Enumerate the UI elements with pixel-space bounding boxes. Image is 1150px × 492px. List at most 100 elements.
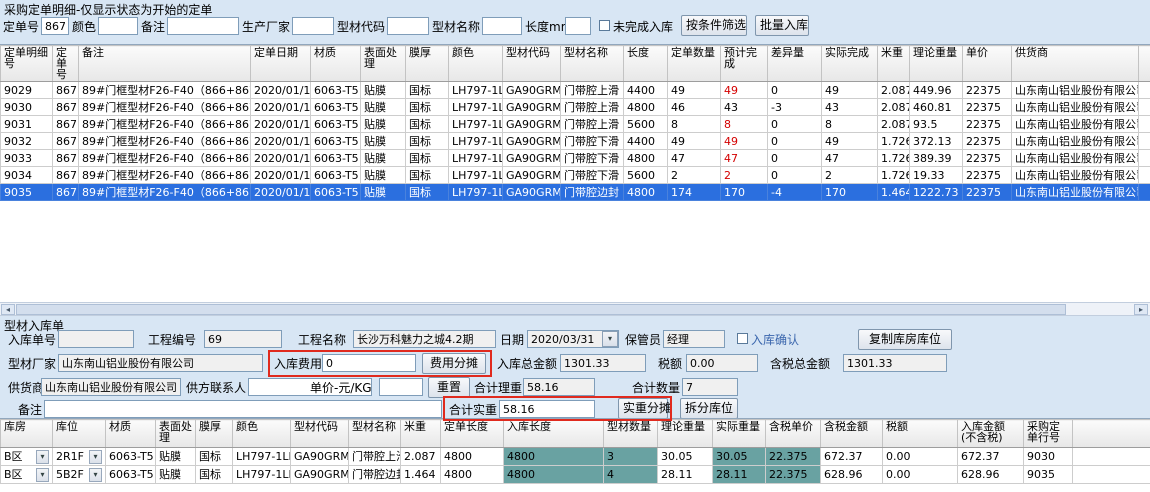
reset-button[interactable]: 重置 [428,377,470,398]
grid-cell[interactable]: 867 [53,150,79,167]
factory-input[interactable] [58,354,263,372]
grid-cell[interactable]: 贴膜 [156,466,196,484]
grid-cell[interactable] [1139,116,1150,133]
grid-row[interactable]: 903586789#门框型材F26-F40（866+867）2020/01/13… [1,184,1150,201]
grid-cell[interactable]: 6063-T5 [311,82,361,99]
grid-cell[interactable]: 89#门框型材F26-F40（866+867） [79,184,251,201]
grid-cell[interactable]: 贴膜 [361,167,406,184]
grid-cell[interactable]: ▾2R1F [53,448,106,466]
grid-cell[interactable]: 国标 [406,133,449,150]
grid-cell[interactable]: 6063-T5 [106,466,156,484]
grid-cell[interactable]: 3 [604,448,658,466]
grid-cell[interactable]: 22375 [963,116,1012,133]
grid-cell[interactable]: GA90GRM03 [503,116,561,133]
grid-cell[interactable]: 47 [822,150,878,167]
actual-share-button[interactable]: 实重分摊 [618,398,668,419]
grid-cell[interactable]: 1.726 [878,133,910,150]
supplier-input[interactable] [41,378,181,396]
grid-cell[interactable]: GA90GRM04 [503,133,561,150]
grid-cell[interactable]: 30.05 [713,448,766,466]
grid-cell[interactable]: LH797-1LL0 [233,448,291,466]
grid-cell[interactable]: 4800 [624,184,668,201]
grid-cell[interactable]: 49 [721,82,768,99]
grid-cell[interactable]: 2020/01/13 [251,150,311,167]
grid-cell[interactable]: 2020/01/13 [251,82,311,99]
grid-cell[interactable]: 1.726 [878,150,910,167]
grid-cell[interactable]: 0 [768,133,822,150]
grid-cell[interactable]: 49 [721,133,768,150]
grid-cell[interactable] [1139,184,1150,201]
project-no-input[interactable] [204,330,282,348]
grid-cell[interactable]: 0.00 [883,448,958,466]
total-actual-input[interactable] [499,400,595,418]
tax-input[interactable] [686,354,758,372]
grid-cell[interactable] [1073,448,1150,466]
grid-cell[interactable]: 89#门框型材F26-F40（866+867） [79,133,251,150]
grid-cell[interactable]: 贴膜 [361,116,406,133]
grid-cell[interactable]: ▾B区 [1,448,53,466]
grid-cell[interactable]: 4800 [441,448,504,466]
unit-price-input[interactable] [379,378,423,396]
scroll-left-icon[interactable]: ◂ [1,304,15,315]
grid-cell[interactable]: 国标 [406,184,449,201]
grid-cell[interactable]: 89#门框型材F26-F40（866+867） [79,116,251,133]
grid-row[interactable]: 903086789#门框型材F26-F40（866+867）2020/01/13… [1,99,1150,116]
grid-cell[interactable]: 628.96 [958,466,1024,484]
grid-cell[interactable]: 49 [822,133,878,150]
grid-cell[interactable]: 4800 [504,448,604,466]
grid-cell[interactable]: 国标 [406,82,449,99]
grid-cell[interactable]: 门带腔边封 [349,466,401,484]
project-name-input[interactable] [353,330,496,348]
grid-cell[interactable]: 449.96 [910,82,963,99]
keeper-input[interactable] [663,330,725,348]
grid-cell[interactable]: 19.33 [910,167,963,184]
grid-cell[interactable]: 0 [768,167,822,184]
grid-cell[interactable]: ▾B区 [1,466,53,484]
grid-cell[interactable] [1073,466,1150,484]
grid-cell[interactable]: -4 [768,184,822,201]
grid-cell[interactable]: 672.37 [958,448,1024,466]
grid-cell[interactable]: 89#门框型材F26-F40（866+867） [79,167,251,184]
unfinished-checkbox[interactable] [599,20,610,31]
grid-cell[interactable]: 贴膜 [361,184,406,201]
grid-cell[interactable]: GA90GRM03 [291,448,349,466]
dropdown-arrow-icon[interactable]: ▾ [36,450,49,464]
grid-cell[interactable]: -3 [768,99,822,116]
grid-cell[interactable]: 22375 [963,184,1012,201]
grid-cell[interactable]: 22375 [963,133,1012,150]
grid-cell[interactable]: 5600 [624,116,668,133]
dropdown-arrow-icon[interactable]: ▾ [89,468,102,482]
grid-cell[interactable]: 1.464 [401,466,441,484]
grid-cell[interactable]: 0 [768,82,822,99]
grid-cell[interactable]: 5600 [624,167,668,184]
grid-cell[interactable]: 47 [668,150,721,167]
filter-remark-input[interactable] [167,17,239,35]
grid-cell[interactable]: 460.81 [910,99,963,116]
grid-cell[interactable]: 89#门框型材F26-F40（866+867） [79,150,251,167]
grid-cell[interactable]: 867 [53,184,79,201]
grid-row[interactable]: 903386789#门框型材F26-F40（866+867）2020/01/13… [1,150,1150,167]
grid-cell[interactable]: 174 [668,184,721,201]
grid-cell[interactable]: 山东南山铝业股份有限公司 [1012,167,1139,184]
split-location-button[interactable]: 拆分库位 [680,398,738,419]
fee-share-button[interactable]: 费用分摊 [422,353,486,374]
grid-cell[interactable]: 4800 [504,466,604,484]
total-with-tax-input[interactable] [843,354,947,372]
grid-cell[interactable]: LH797-1LL0 [449,82,503,99]
grid-cell[interactable]: 28.11 [658,466,713,484]
grid-cell[interactable]: 国标 [406,116,449,133]
grid-cell[interactable]: 1.726 [878,167,910,184]
grid-cell[interactable]: 门带腔下滑 [561,167,624,184]
grid-cell[interactable]: 2020/01/13 [251,99,311,116]
grid-cell[interactable]: 2 [721,167,768,184]
grid-cell[interactable]: 6063-T5 [106,448,156,466]
grid-cell[interactable]: 2020/01/13 [251,116,311,133]
grid-cell[interactable]: 山东南山铝业股份有限公司 [1012,150,1139,167]
grid-cell[interactable]: GA90GRM04 [503,150,561,167]
grid-cell[interactable]: 2.087 [878,82,910,99]
grid-cell[interactable]: 门带腔下滑 [561,133,624,150]
grid-cell[interactable]: 170 [721,184,768,201]
grid-cell[interactable]: 贴膜 [156,448,196,466]
grid-cell[interactable]: 国标 [406,167,449,184]
grid-cell[interactable]: GA90GRM03 [503,82,561,99]
